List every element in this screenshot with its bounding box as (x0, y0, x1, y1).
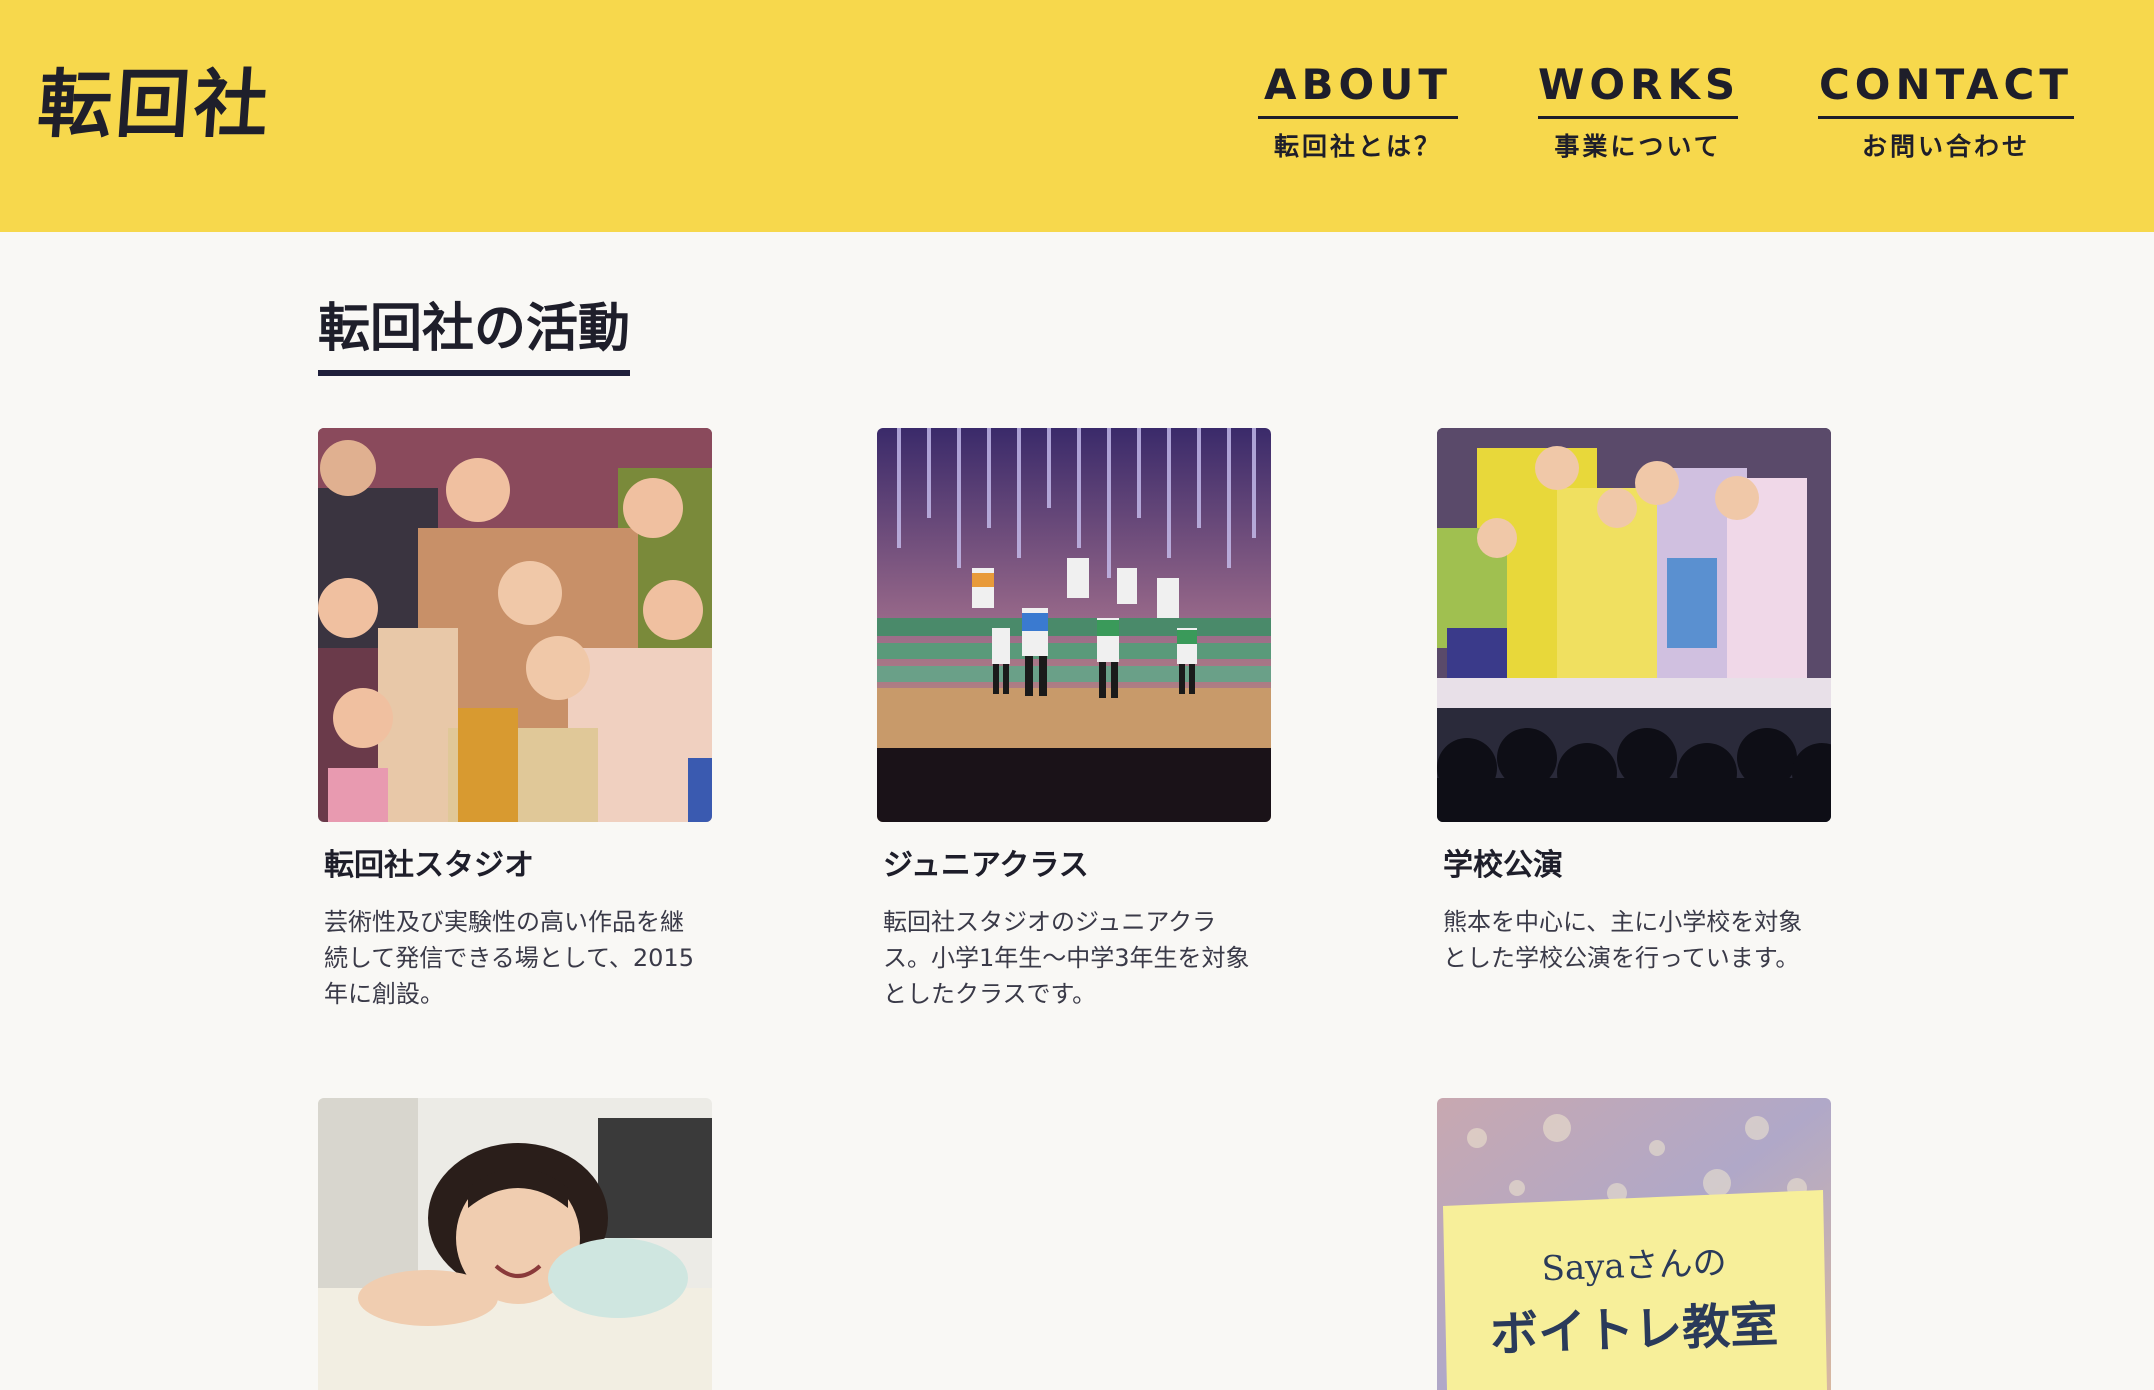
activity-card[interactable]: 転回社スタジオ 芸術性及び実験性の高い作品を継続して発信できる場として、2015… (318, 428, 712, 1012)
card-image-portrait-photo[interactable] (318, 1098, 712, 1390)
activity-card[interactable]: 学校公演 熊本を中心に、主に小学校を対象とした学校公演を行っています。 (1437, 428, 1831, 976)
portrait-photo-illustration (318, 1098, 712, 1390)
section-title: 転回社の活動 (318, 296, 631, 376)
activity-card[interactable] (318, 1098, 712, 1390)
stage-photo-illustration (877, 428, 1271, 822)
card-title: 転回社スタジオ (324, 848, 534, 883)
activity-card[interactable]: ジュニアクラス 転回社スタジオのジュニアクラス。小学1年生〜中学3年生を対象とし… (877, 428, 1271, 1012)
card-image-cast-photo[interactable] (318, 428, 712, 822)
nav-label-en: WORKS (1538, 60, 1738, 119)
card-image-voice-training-banner[interactable]: Sayaさんの ボイトレ教室 (1437, 1098, 1831, 1390)
nav-item-contact[interactable]: CONTACT お問い合わせ (1818, 60, 2074, 163)
site-header: 転回社 ABOUT 転回社とは？ WORKS 事業について CONTACT お問… (0, 0, 2154, 232)
nav-label-ja: お問い合わせ (1861, 132, 2030, 161)
nav-label-en: ABOUT (1258, 60, 1458, 119)
card-description: 芸術性及び実験性の高い作品を継続して発信できる場として、2015年に創設。 (324, 908, 694, 1008)
card-image-stage-photo[interactable] (877, 428, 1271, 822)
nav-label-ja: 事業について (1554, 132, 1722, 161)
cast-photo-illustration (318, 428, 712, 822)
school-photo-illustration (1437, 428, 1831, 822)
nav-label-ja: 転回社とは？ (1273, 132, 1442, 161)
activity-card[interactable]: Sayaさんの ボイトレ教室 (1437, 1098, 1831, 1390)
nav-item-works[interactable]: WORKS 事業について (1538, 60, 1738, 163)
banner-text-line2: ボイトレ教室 (1489, 1296, 1780, 1364)
card-title: 学校公演 (1443, 848, 1563, 883)
site-logo[interactable]: 転回社 (35, 62, 275, 148)
card-description: 転回社スタジオのジュニアクラス。小学1年生〜中学3年生を対象としたクラスです。 (883, 908, 1250, 1008)
card-image-school-photo[interactable] (1437, 428, 1831, 822)
nav-item-about[interactable]: ABOUT 転回社とは？ (1258, 60, 1458, 163)
nav-label-en: CONTACT (1818, 60, 2074, 119)
card-title: ジュニアクラス (883, 848, 1089, 883)
card-description: 熊本を中心に、主に小学校を対象とした学校公演を行っています。 (1443, 908, 1803, 972)
